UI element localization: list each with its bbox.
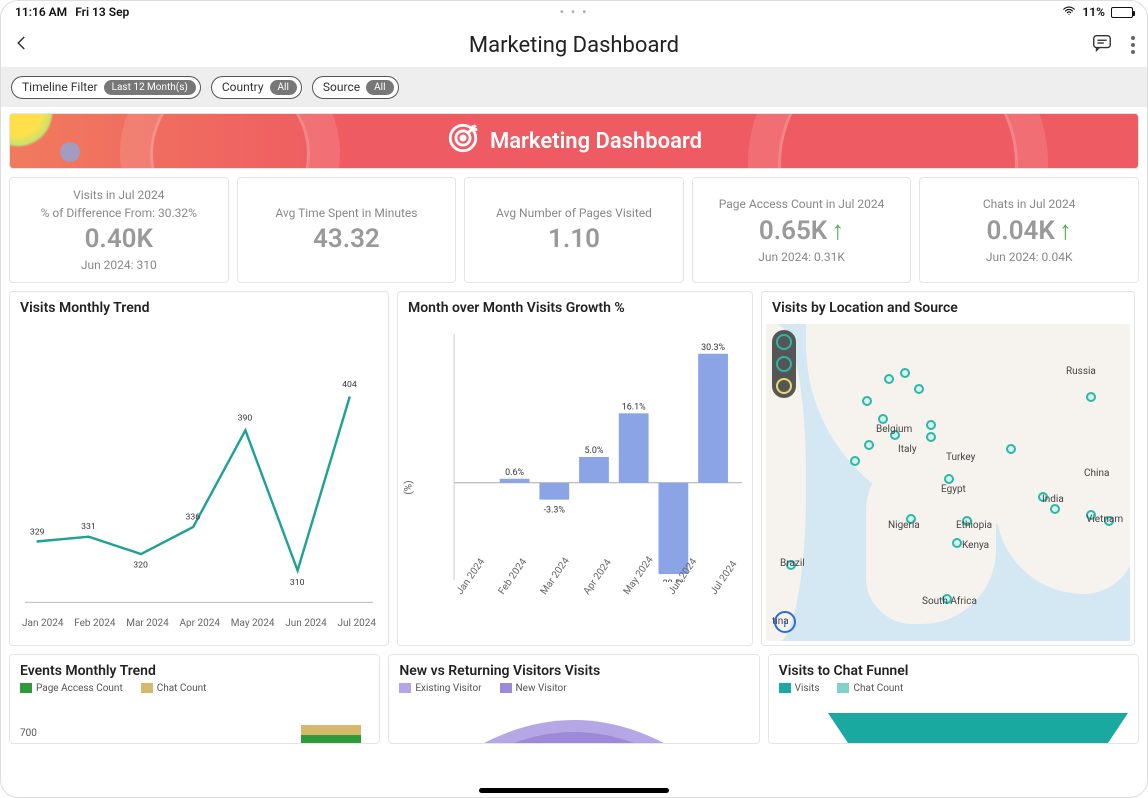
panel-title: Visits by Location and Source [762,292,1134,320]
legend: Visits Chat Count [769,683,1138,694]
panel-visits-trend[interactable]: Visits Monthly Trend 329 331 320 336 390… [9,291,389,646]
kpi-title: Avg Time Spent in Minutes [242,206,452,220]
kpi-chats[interactable]: Chats in Jul 2024 0.04K↑ Jun 2024: 0.04K [919,177,1139,283]
battery-percent: 11% [1082,5,1105,19]
svg-text:5.0%: 5.0% [585,446,604,456]
kpi-avg-pages[interactable]: Avg Number of Pages Visited 1.10 [464,177,684,283]
trend-up-icon: ↑ [831,216,844,246]
y-tick: 700 [20,728,37,739]
filter-chip-country[interactable]: Country All [211,76,302,99]
kpi-title: Page Access Count in Jul 2024 [697,197,907,211]
svg-text:-3.3%: -3.3% [544,506,566,516]
filter-label: Country [222,80,264,94]
y-axis-label: (%) [404,480,415,494]
bar-chart: (%) 0.6% -3.3% 5.0% 16.1% -20.5% [398,320,752,643]
svg-text:329: 329 [30,528,45,538]
kpi-title: Chats in Jul 2024 [924,197,1134,211]
line-chart: 329 331 320 336 390 310 404 Jan 2024 Feb… [10,320,388,643]
panel-mom-growth[interactable]: Month over Month Visits Growth % (%) 0.6… [397,291,753,646]
comment-icon[interactable] [1091,32,1113,58]
home-indicator[interactable] [479,788,669,793]
map[interactable]: Russia Belgium Italy Turkey Egypt Nigeri… [766,324,1130,641]
kpi-compare: Jun 2024: 0.31K [697,250,907,264]
filter-chip-timeline[interactable]: Timeline Filter Last 12 Month(s) [11,76,201,99]
kpi-compare: Jun 2024: 0.04K [924,250,1134,264]
filter-value: All [366,80,393,95]
filter-bar: Timeline Filter Last 12 Month(s) Country… [1,67,1147,107]
panel-title: Events Monthly Trend [10,655,379,683]
status-bar: 11:16 AM Fri 13 Sep • • • 11% [1,1,1147,23]
legend: Page Access Count Chat Count [10,683,379,694]
banner-title: Marketing Dashboard [490,129,702,154]
kpi-value: 0.40K [14,224,224,254]
kpi-visits[interactable]: Visits in Jul 2024 % of Difference From:… [9,177,229,283]
panel-visits-chat-funnel[interactable]: Visits to Chat Funnel Visits Chat Count [768,654,1139,744]
svg-text:310: 310 [290,578,305,588]
kpi-compare: Jun 2024: 310 [14,258,224,272]
svg-text:331: 331 [81,522,96,532]
map-layer-toggle[interactable] [772,330,796,398]
panel-visits-by-location[interactable]: Visits by Location and Source [761,291,1135,646]
panel-title: New vs Returning Visitors Visits [389,655,758,683]
panel-title: Month over Month Visits Growth % [398,292,752,320]
svg-text:0.6%: 0.6% [505,468,524,478]
status-date: Fri 13 Sep [75,5,129,19]
kpi-title: Avg Number of Pages Visited [469,206,679,220]
kpi-avg-time[interactable]: Avg Time Spent in Minutes 43.32 [237,177,457,283]
svg-text:320: 320 [133,561,148,571]
filter-label: Source [323,80,360,94]
kpi-value: 0.04K↑ [924,215,1134,246]
x-axis: Jan 2024 Feb 2024 Mar 2024 Apr 2024 May … [408,586,742,605]
kpi-title: Visits in Jul 2024 [14,188,224,202]
kpi-page-access[interactable]: Page Access Count in Jul 2024 0.65K↑ Jun… [692,177,912,283]
filter-label: Timeline Filter [22,80,98,94]
title-bar: Marketing Dashboard [1,23,1147,67]
svg-text:390: 390 [238,414,253,424]
filter-value: All [270,80,297,95]
more-menu-icon[interactable] [1131,36,1135,54]
x-axis: Jan 2024 Feb 2024 Mar 2024 Apr 2024 May … [20,618,378,629]
svg-text:16.1%: 16.1% [622,402,646,412]
status-time: 11:16 AM [15,5,67,19]
page-title: Marketing Dashboard [469,33,679,58]
dashboard-banner: Marketing Dashboard [9,113,1139,169]
back-button[interactable] [13,34,31,56]
svg-text:30.3%: 30.3% [701,343,725,353]
panel-title: Visits Monthly Trend [10,292,388,320]
kpi-value: 0.65K↑ [697,215,907,246]
trend-up-icon: ↑ [1059,216,1072,246]
filter-value: Last 12 Month(s) [104,80,196,95]
svg-text:336: 336 [185,512,200,522]
kpi-value: 43.32 [242,224,452,254]
target-icon [446,121,490,161]
svg-text:404: 404 [342,380,357,390]
legend: Existing Visitor New Visitor [389,683,758,694]
panel-title: Visits to Chat Funnel [769,655,1138,683]
battery-icon [1111,7,1133,18]
panel-new-vs-returning[interactable]: New vs Returning Visitors Visits Existin… [388,654,759,744]
multitask-dots-icon: • • • [560,5,589,19]
map-info-button[interactable]: i [774,611,796,633]
panel-events-trend[interactable]: Events Monthly Trend Page Access Count C… [9,654,380,744]
filter-chip-source[interactable]: Source All [312,76,399,99]
kpi-subtitle: % of Difference From: 30.32% [14,206,224,220]
kpi-value: 1.10 [469,224,679,254]
kpi-row: Visits in Jul 2024 % of Difference From:… [9,177,1139,283]
wifi-icon [1062,4,1076,21]
